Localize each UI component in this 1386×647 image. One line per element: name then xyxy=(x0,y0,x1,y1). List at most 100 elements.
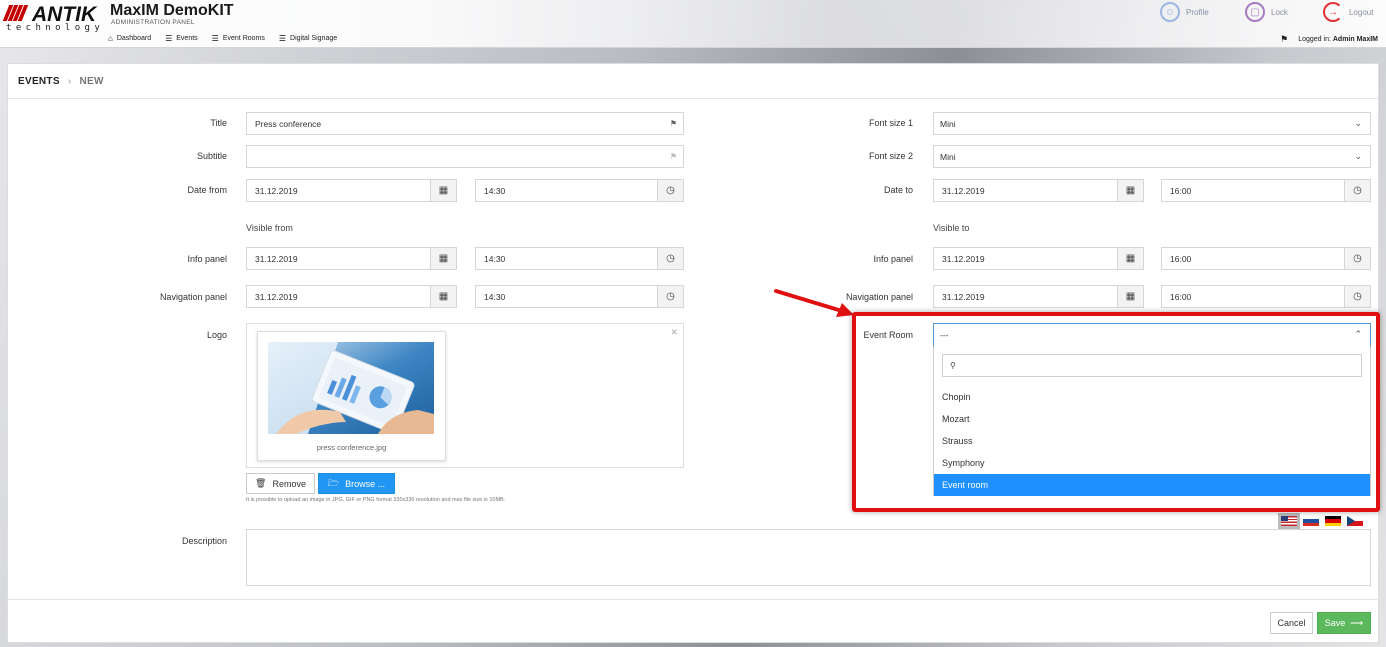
nav-from-time-input[interactable]: 14:30 xyxy=(475,285,659,308)
upload-hint: It is possible to upload an image in JPG… xyxy=(246,497,506,503)
profile-link[interactable]: ☺ Profile xyxy=(1160,2,1209,22)
event-room-select[interactable]: --- ⌃ xyxy=(933,323,1371,347)
title-input[interactable]: Press conference ⚑ xyxy=(246,112,684,135)
trash-icon: 🗑 xyxy=(255,478,267,488)
event-room-value: --- xyxy=(940,330,949,340)
chevron-down-icon: ⌄ xyxy=(1354,118,1362,128)
profile-label: Profile xyxy=(1186,7,1209,17)
breadcrumb-events[interactable]: EVENTS xyxy=(18,76,60,87)
nav-panel-label: Navigation panel xyxy=(159,292,227,302)
event-room-option[interactable]: Symphony xyxy=(934,452,1370,474)
chevron-down-icon: ⌄ xyxy=(1354,151,1362,161)
lock-link[interactable]: ▢ Lock xyxy=(1245,2,1288,22)
list-icon: ☰ xyxy=(211,34,219,43)
calendar-icon[interactable]: ▦ xyxy=(430,285,457,308)
visible-to-heading: Visible to xyxy=(933,223,970,233)
info-to-date-input[interactable]: 31.12.2019 xyxy=(933,247,1119,270)
event-room-label: Event Room xyxy=(863,330,913,340)
save-button[interactable]: Save ⟶ xyxy=(1317,612,1371,634)
nav-from-date-input[interactable]: 31.12.2019 xyxy=(246,285,432,308)
antik-logo[interactable]: ANTIK technology xyxy=(2,3,104,33)
info-panel-to-label: Info panel xyxy=(873,254,913,264)
event-room-search-input[interactable]: ⚲ xyxy=(942,354,1362,377)
breadcrumb: EVENTS › NEW xyxy=(8,64,1378,99)
date-to-time-input[interactable]: 16:00 xyxy=(1161,179,1346,202)
logged-in-prefix: Logged in: xyxy=(1298,36,1331,43)
calendar-icon[interactable]: ▦ xyxy=(1117,179,1144,202)
font-size-2-select[interactable]: Mini ⌄ xyxy=(933,145,1371,168)
logo-image xyxy=(268,342,434,434)
us-flag-icon[interactable] xyxy=(1278,513,1300,529)
logged-in-user: Admin MaxIM xyxy=(1332,36,1378,43)
arrow-right-icon: ⟶ xyxy=(1350,617,1364,628)
browse-logo-button[interactable]: 🗁 Browse ... xyxy=(318,473,395,494)
clock-icon[interactable]: ◷ xyxy=(657,179,684,202)
logo-bars-icon xyxy=(2,5,29,23)
sk-flag-icon[interactable] xyxy=(1303,516,1319,526)
event-room-dropdown: ⚲ Chopin Mozart Strauss Symphony Event r… xyxy=(933,346,1371,496)
event-room-option[interactable]: Chopin xyxy=(934,386,1370,408)
de-flag-icon[interactable] xyxy=(1325,516,1341,526)
chevron-up-icon: ⌃ xyxy=(1354,329,1362,339)
clock-icon[interactable]: ◷ xyxy=(1344,285,1371,308)
event-form-panel: EVENTS › NEW Title Press conference ⚑ Su… xyxy=(7,63,1379,643)
date-from-time-value: 14:30 xyxy=(484,185,506,196)
event-room-option[interactable]: Mozart xyxy=(934,408,1370,430)
subtitle-input[interactable]: ⚑ xyxy=(246,145,684,168)
flag-icon: ⚑ xyxy=(669,152,677,161)
logout-label: Logout xyxy=(1349,7,1374,17)
description-label: Description xyxy=(181,536,227,546)
date-from-label: Date from xyxy=(187,185,227,195)
calendar-icon[interactable]: ▦ xyxy=(430,247,457,270)
footer-divider xyxy=(8,599,1378,600)
clock-icon[interactable]: ◷ xyxy=(1344,179,1371,202)
nav-events[interactable]: ☰ Events xyxy=(165,34,198,43)
date-from-date-input[interactable]: 31.12.2019 xyxy=(246,179,432,202)
browse-label: Browse ... xyxy=(345,478,386,489)
bell-icon[interactable]: ⚑ xyxy=(1280,34,1288,45)
remove-logo-button[interactable]: 🗑 Remove xyxy=(246,473,315,494)
font-size-1-select[interactable]: Mini ⌄ xyxy=(933,112,1371,135)
lock-icon: ▢ xyxy=(1245,2,1265,22)
info-to-time-value: 16:00 xyxy=(1170,253,1192,264)
event-room-option-selected[interactable]: Event room xyxy=(934,474,1370,496)
event-room-option[interactable]: Strauss xyxy=(934,430,1370,452)
language-flags xyxy=(1278,513,1363,529)
clock-icon[interactable]: ◷ xyxy=(657,247,684,270)
nav-to-date-input[interactable]: 31.12.2019 xyxy=(933,285,1119,308)
info-to-time-input[interactable]: 16:00 xyxy=(1161,247,1346,270)
title-value: Press conference xyxy=(255,118,322,129)
nav-to-time-input[interactable]: 16:00 xyxy=(1161,285,1346,308)
logo-filename: press conference.jpg xyxy=(316,443,387,452)
remove-label: Remove xyxy=(272,478,306,489)
logout-link[interactable]: → Logout xyxy=(1323,2,1373,22)
nav-label: Digital Signage xyxy=(290,35,338,42)
nav-digital-signage[interactable]: ☰ Digital Signage xyxy=(279,34,337,43)
nav-dashboard[interactable]: ⌂ Dashboard xyxy=(108,34,151,43)
cz-flag-icon[interactable] xyxy=(1347,516,1363,526)
calendar-icon[interactable]: ▦ xyxy=(1117,247,1144,270)
date-to-date-value: 31.12.2019 xyxy=(942,185,985,196)
info-from-time-value: 14:30 xyxy=(484,253,506,264)
clock-icon[interactable]: ◷ xyxy=(657,285,684,308)
nav-from-date-value: 31.12.2019 xyxy=(255,291,298,302)
app-header: ANTIK technology MaxIM DemoKIT ADMINISTR… xyxy=(0,0,1386,48)
info-from-date-input[interactable]: 31.12.2019 xyxy=(246,247,432,270)
cancel-button[interactable]: Cancel xyxy=(1270,612,1313,634)
calendar-icon[interactable]: ▦ xyxy=(1117,285,1144,308)
nav-to-date-value: 31.12.2019 xyxy=(942,291,985,302)
list-icon: ☰ xyxy=(278,34,287,43)
description-textarea[interactable] xyxy=(246,529,1371,586)
clock-icon[interactable]: ◷ xyxy=(1344,247,1371,270)
info-from-time-input[interactable]: 14:30 xyxy=(475,247,659,270)
date-from-time-input[interactable]: 14:30 xyxy=(475,179,659,202)
app-subtitle: ADMINISTRATION PANEL xyxy=(111,19,195,26)
font-size-1-value: Mini xyxy=(940,118,956,129)
nav-label: Events xyxy=(176,35,198,42)
top-navigation: ⌂ Dashboard ☰ Events ☰ Event Rooms ☰ Dig… xyxy=(108,34,337,43)
font-size-1-label: Font size 1 xyxy=(868,118,913,128)
nav-event-rooms[interactable]: ☰ Event Rooms xyxy=(212,34,265,43)
date-to-date-input[interactable]: 31.12.2019 xyxy=(933,179,1119,202)
close-icon[interactable]: ✕ xyxy=(670,327,678,338)
calendar-icon[interactable]: ▦ xyxy=(430,179,457,202)
